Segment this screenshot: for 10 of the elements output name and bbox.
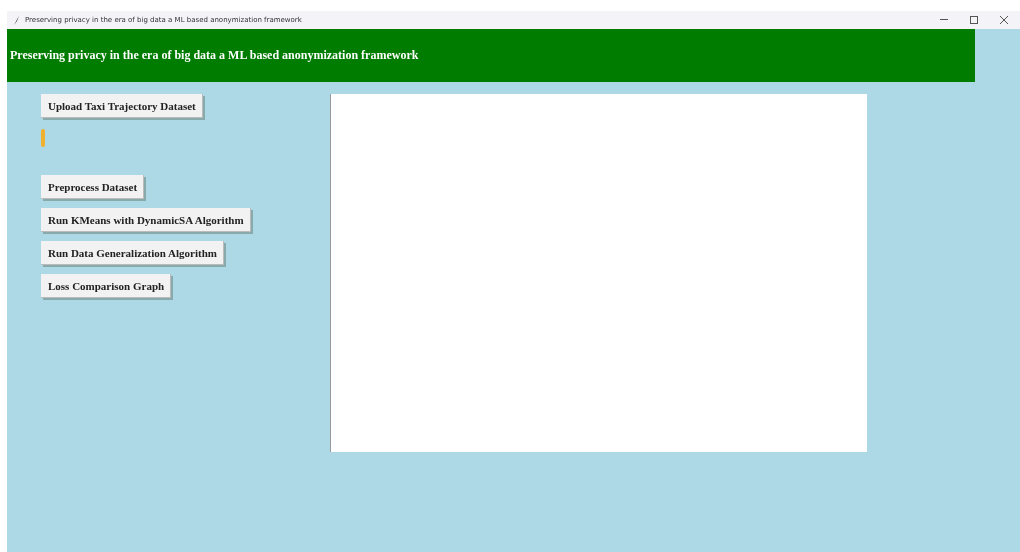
minimize-icon[interactable] xyxy=(940,19,948,21)
close-icon[interactable] xyxy=(1000,16,1008,24)
action-button[interactable]: Upload Taxi Trajectory Dataset xyxy=(41,94,203,118)
action-button[interactable]: Loss Comparison Graph xyxy=(41,274,172,298)
status-label xyxy=(41,129,45,147)
action-button[interactable]: Run KMeans with DynamicSA Algorithm xyxy=(41,208,251,232)
action-button[interactable]: Run Data Generalization Algorithm xyxy=(41,241,224,265)
maximize-icon[interactable] xyxy=(970,16,978,24)
action-button[interactable]: Preprocess Dataset xyxy=(41,175,145,199)
app-title: Preserving privacy in the era of big data a ML based anonymization framework xyxy=(10,48,419,63)
